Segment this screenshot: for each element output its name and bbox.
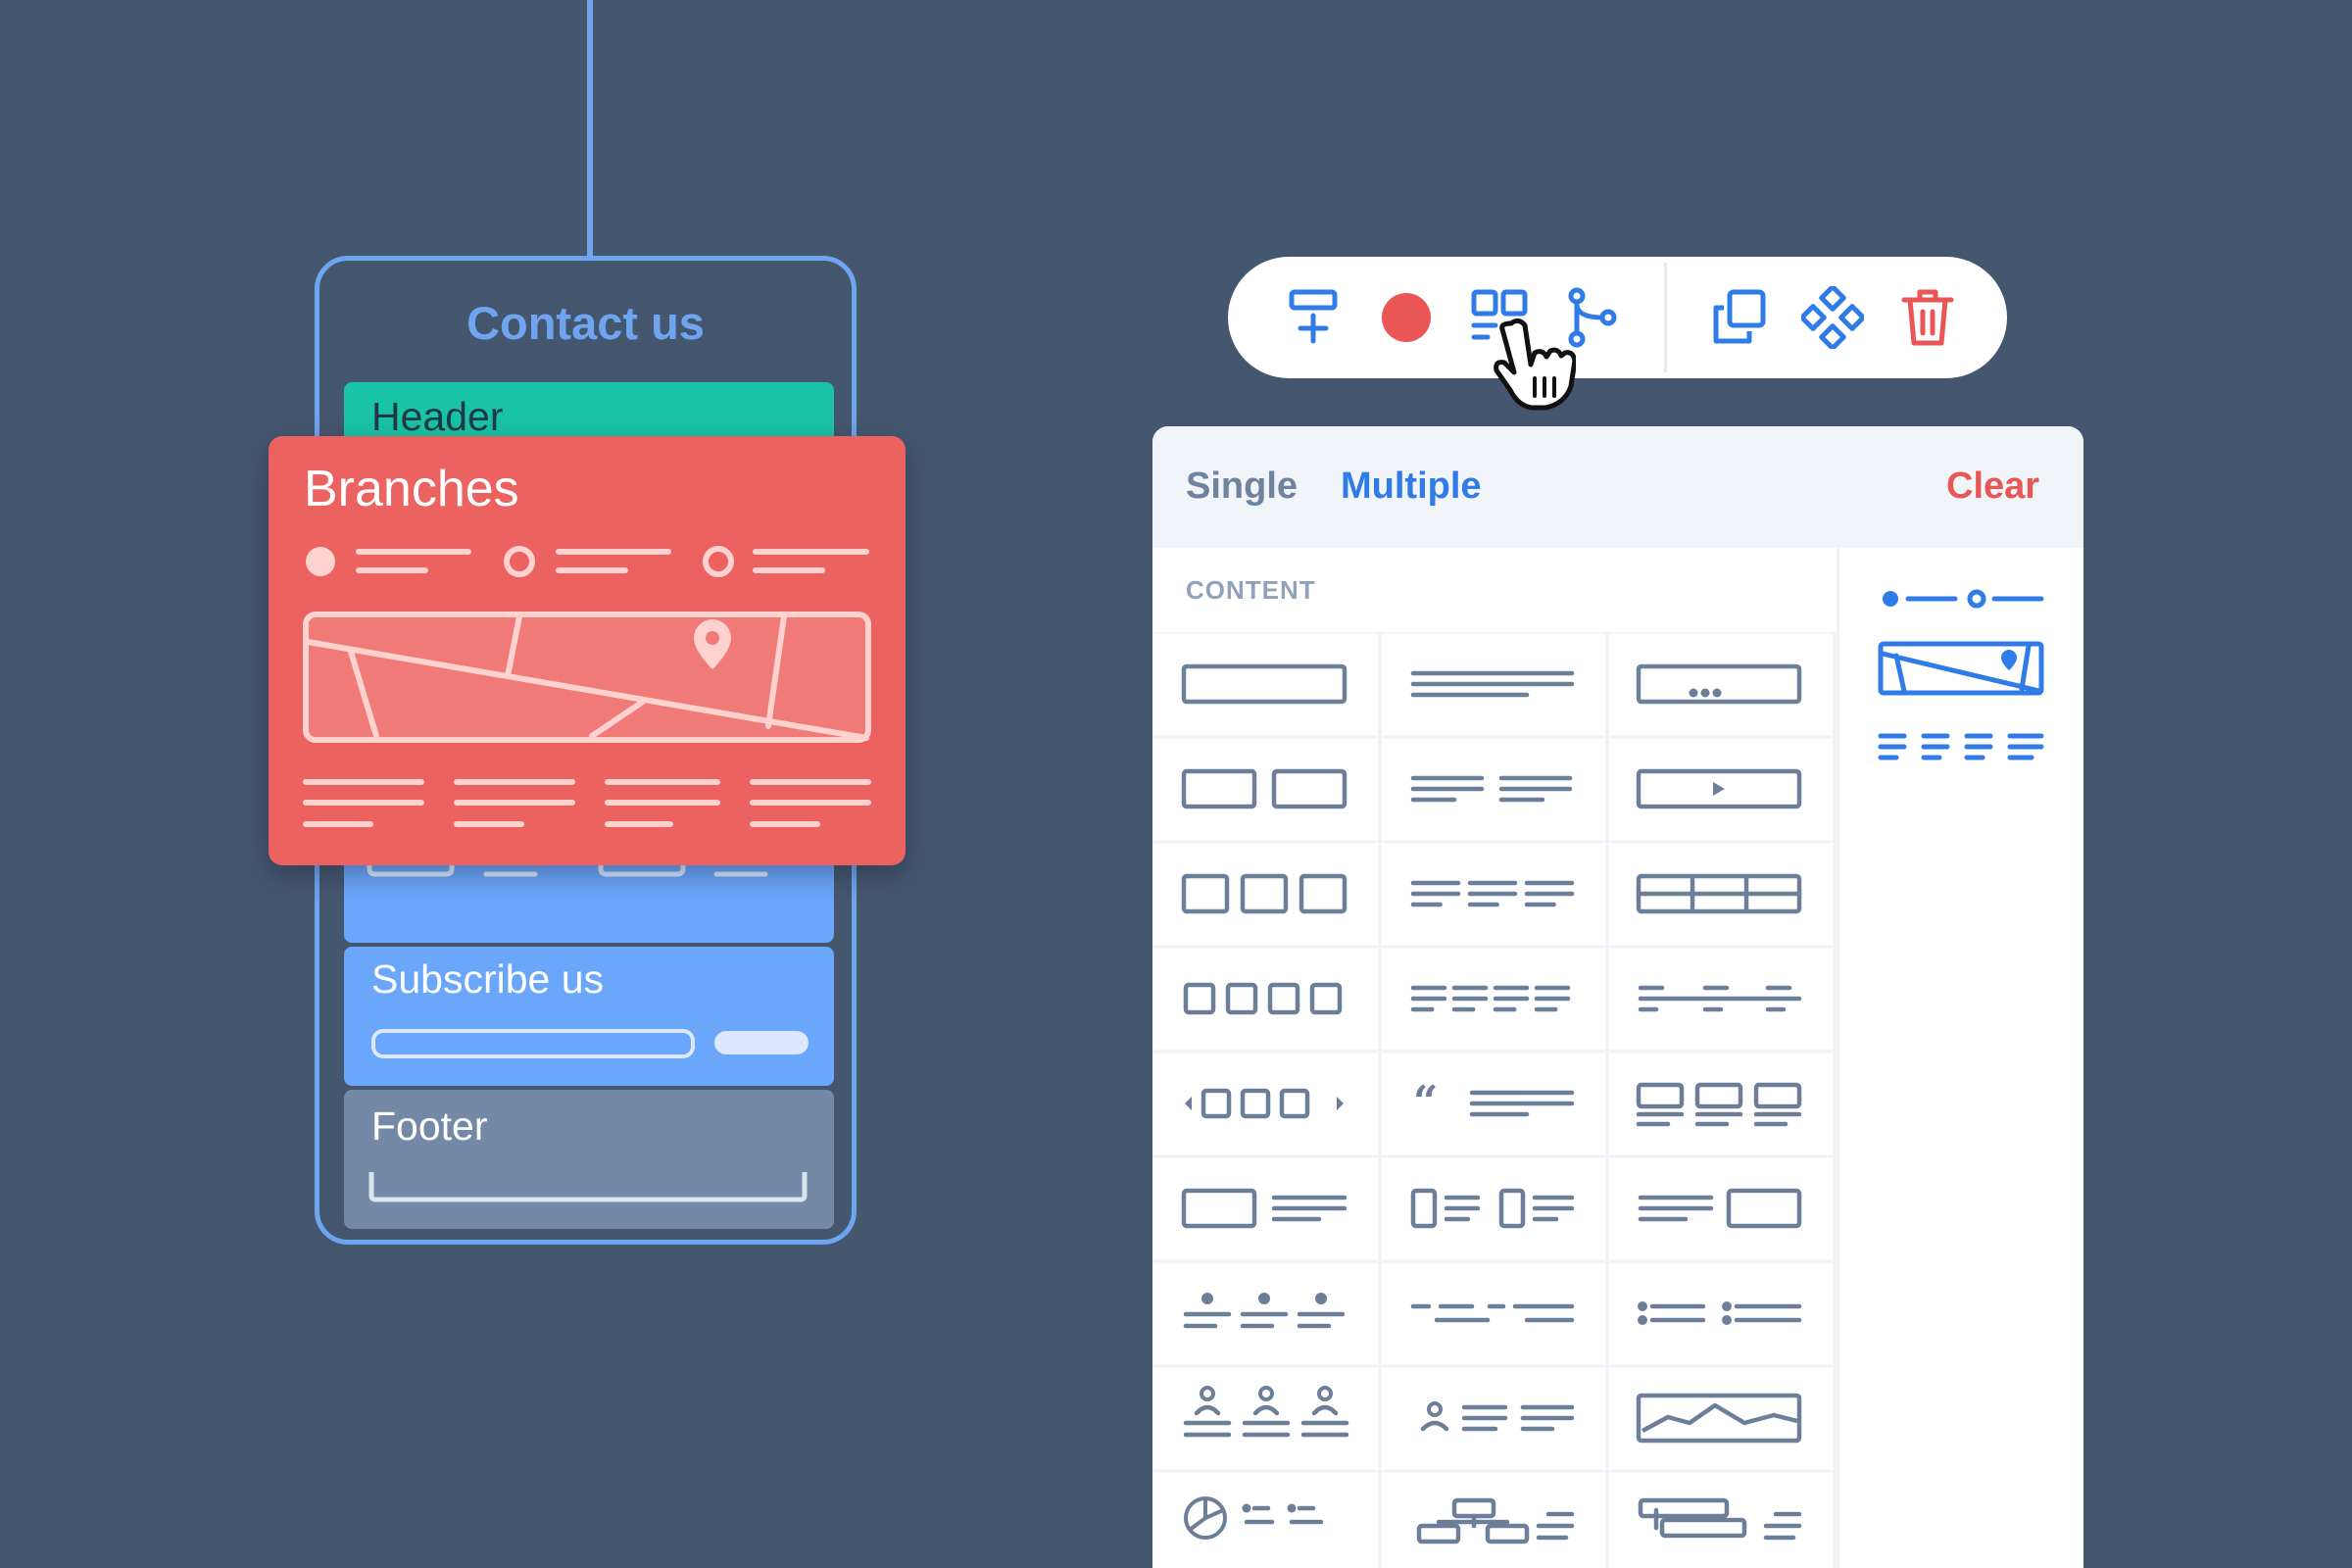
layout-option-box-and-text[interactable] — [1152, 1156, 1380, 1261]
map-pin-icon — [2001, 650, 2017, 670]
toolbar-divider — [1664, 263, 1667, 372]
layout-option-three-bullets-vertical[interactable] — [1152, 1261, 1380, 1366]
layout-option-two-box-text-pairs[interactable] — [1380, 1156, 1607, 1261]
layout-option-three-cards[interactable] — [1607, 1052, 1835, 1156]
record-icon — [1382, 293, 1431, 342]
layout-option-quote[interactable]: “ — [1380, 1052, 1607, 1156]
layout-option-gantt[interactable] — [1607, 1471, 1835, 1568]
connector-line — [587, 0, 593, 259]
header-label: Header — [371, 394, 504, 439]
layout-option-four-boxes[interactable] — [1152, 947, 1380, 1052]
delete-button[interactable] — [1896, 286, 1959, 349]
layout-option-three-text-columns[interactable] — [1380, 842, 1607, 947]
block-picker-panel: Single Multiple Clear CONTENT “ — [1152, 426, 2083, 1568]
layout-option-text-lines[interactable] — [1380, 632, 1607, 737]
footer-wireframe — [368, 1172, 808, 1202]
layout-option-two-text-columns[interactable] — [1380, 737, 1607, 842]
subscribe-block[interactable]: Subscribe us — [344, 947, 834, 1086]
section-label: CONTENT — [1186, 575, 1316, 605]
layout-option-org-chart[interactable] — [1380, 1471, 1607, 1568]
subscribe-label: Subscribe us — [371, 956, 605, 1002]
selected-preview-column — [1837, 548, 2083, 1568]
branches-wireframe — [303, 546, 871, 827]
layout-option-four-text-columns[interactable] — [1380, 947, 1607, 1052]
layout-option-person-with-text[interactable] — [1380, 1366, 1607, 1471]
hand-pointer-icon — [1494, 318, 1576, 411]
layout-option-three-boxes[interactable] — [1152, 842, 1380, 947]
panel-header: Single Multiple Clear — [1152, 426, 2083, 548]
duplicate-button[interactable] — [1708, 286, 1771, 349]
add-row-button[interactable] — [1282, 286, 1345, 349]
component-button[interactable] — [1799, 284, 1866, 351]
tab-single[interactable]: Single — [1186, 466, 1298, 508]
layout-grid-svg: “ — [1152, 632, 1837, 1568]
layout-option-dashed-lines[interactable] — [1380, 1261, 1607, 1366]
layout-option-wide-box[interactable] — [1152, 632, 1380, 737]
layout-option-carousel[interactable] — [1152, 1052, 1380, 1156]
layout-option-chart[interactable] — [1607, 1366, 1835, 1471]
record-button[interactable] — [1375, 286, 1438, 349]
footer-block[interactable]: Footer — [344, 1090, 834, 1229]
layout-option-bullet-list[interactable] — [1607, 1261, 1835, 1366]
page-title: Contact us — [466, 297, 705, 349]
tab-multiple[interactable]: Multiple — [1341, 466, 1482, 508]
layout-option-two-boxes[interactable] — [1152, 737, 1380, 842]
component-icon — [1799, 284, 1866, 351]
svg-text:“: “ — [1413, 1077, 1438, 1127]
selected-branches-preview[interactable] — [1839, 548, 2083, 803]
block-toolbar — [1228, 257, 2007, 378]
layout-option-table[interactable] — [1607, 842, 1835, 947]
duplicate-icon — [1713, 289, 1766, 344]
layout-option-video-player[interactable] — [1607, 737, 1835, 842]
trash-icon — [1901, 289, 1954, 346]
branches-block[interactable]: Branches — [269, 436, 906, 865]
add-row-icon — [1289, 289, 1338, 344]
clear-button[interactable]: Clear — [1946, 466, 2039, 508]
layout-option-timeline[interactable] — [1607, 947, 1835, 1052]
layout-option-text-and-box[interactable] — [1607, 1156, 1835, 1261]
layout-option-box-with-dots[interactable] — [1607, 632, 1835, 737]
subscribe-button-wireframe — [714, 1031, 808, 1054]
layout-option-three-people[interactable] — [1152, 1366, 1380, 1471]
layout-option-pie-with-list[interactable] — [1152, 1471, 1380, 1568]
email-field-wireframe — [371, 1029, 695, 1058]
